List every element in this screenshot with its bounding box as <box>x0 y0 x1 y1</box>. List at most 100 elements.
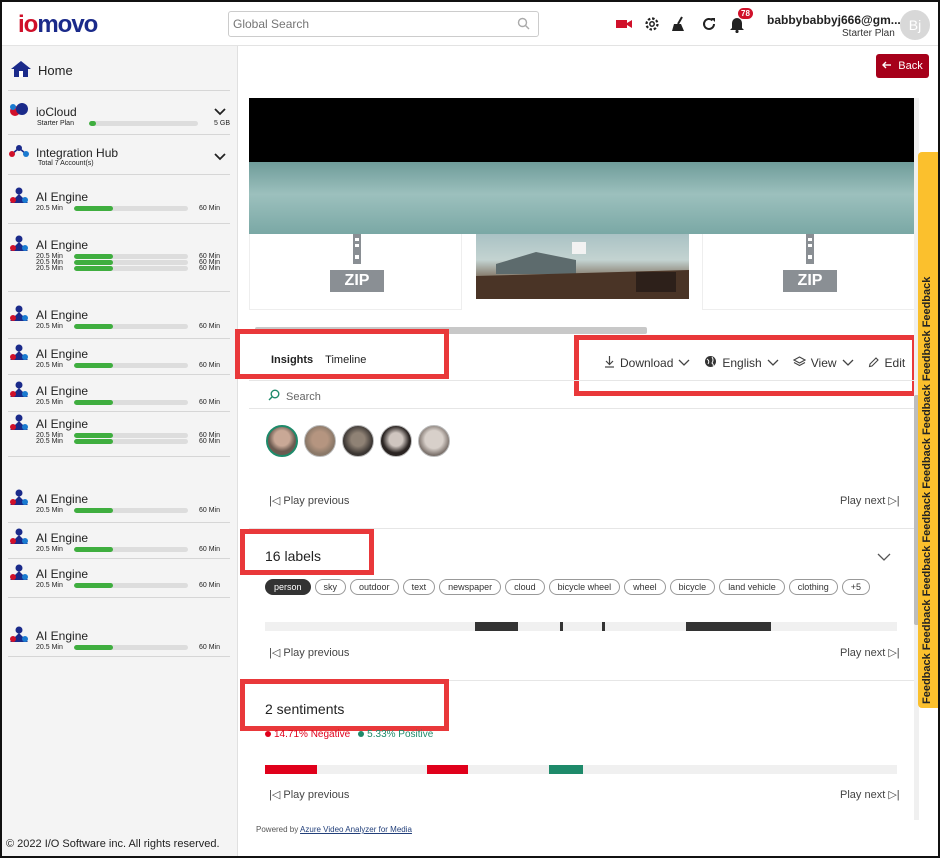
video-player[interactable] <box>249 98 915 234</box>
sidebar-item-ai-engine[interactable]: AI Engine 20.5 Min 60 Min 20.5 Min 60 Min <box>8 413 230 445</box>
play-previous-button[interactable]: |◁ Play previous <box>269 788 349 801</box>
divider <box>8 597 230 598</box>
sidebar-item-ai-engine[interactable]: AI Engine 20.5 Min 60 Min <box>8 186 230 212</box>
usage-used: 20.5 Min <box>36 362 63 369</box>
sidebar-item-ai-engine[interactable]: AI Engine 20.5 Min 60 Min 20.5 Min 60 Min 20.… <box>8 234 230 272</box>
play-next-button[interactable]: Play next ▷| <box>840 494 900 507</box>
face-thumbnail[interactable] <box>380 425 412 457</box>
label-chip[interactable]: outdoor <box>350 579 399 595</box>
sidebar-item-ai-engine[interactable]: AI Engine 20.5 Min 60 Min <box>8 343 230 369</box>
play-previous-button[interactable]: |◁ Play previous <box>269 646 349 659</box>
play-next-button[interactable]: Play next ▷| <box>840 646 900 659</box>
label-chip[interactable]: newspaper <box>439 579 502 595</box>
powered-by-prefix: Powered by <box>256 825 299 834</box>
feedback-tab[interactable]: Feedback Feedback Feedback Feedback Feed… <box>918 152 938 708</box>
search-icon[interactable] <box>517 17 530 33</box>
face-thumbnail[interactable] <box>342 425 374 457</box>
play-next-label: Play next <box>840 495 886 507</box>
skip-back-icon: |◁ <box>269 789 281 801</box>
play-previous-button[interactable]: |◁ Play previous <box>269 494 349 507</box>
chevron-down-icon[interactable] <box>877 551 891 565</box>
label-chip[interactable]: cloud <box>505 579 545 595</box>
insights-search[interactable]: Search <box>268 389 321 404</box>
iomovo-logo[interactable]: iomovo <box>18 11 98 39</box>
sidebar-item-iocloud[interactable]: ioCloud Starter Plan 5 GB <box>8 101 230 127</box>
timeline-segment[interactable] <box>602 622 605 631</box>
ai-engine-icon <box>8 234 30 255</box>
integration-subtitle: Total 7 Account(s) <box>38 160 94 167</box>
sidebar-item-ai-engine[interactable]: AI Engine 20.5 Min 60 Min <box>8 625 230 651</box>
ai-engine-icon <box>8 343 30 364</box>
file-card[interactable]: ZIP <box>249 234 462 310</box>
video-thumbnail[interactable] <box>476 234 689 299</box>
usage-bar <box>74 645 188 650</box>
timeline-segment[interactable] <box>686 622 771 631</box>
sidebar-item-integration-hub[interactable]: Integration Hub Total 7 Account(s) <box>8 142 230 167</box>
divider <box>8 656 230 657</box>
ai-engine-icon <box>8 380 30 401</box>
label-chip[interactable]: bicycle <box>669 579 716 595</box>
sidebar-item-ai-engine[interactable]: AI Engine 20.5 Min 60 Min <box>8 380 230 406</box>
back-button[interactable]: Back <box>876 54 929 78</box>
label-chip[interactable]: bicycle wheel <box>548 579 621 595</box>
label-chip[interactable]: clothing <box>788 579 838 595</box>
usage-limit: 60 Min <box>198 265 220 272</box>
usage-limit: 60 Min <box>198 582 220 589</box>
negative-segment[interactable] <box>265 765 317 774</box>
sidebar-item-ai-engine[interactable]: AI Engine 20.5 Min 60 Min <box>8 488 230 514</box>
play-previous-label: Play previous <box>283 647 350 659</box>
label-chip[interactable]: land vehicle <box>719 579 785 595</box>
sidebar-item-label: AI Engine <box>36 237 89 252</box>
label-chip[interactable]: +5 <box>841 579 871 595</box>
usage-meter: 20.5 Min 60 Min <box>36 582 230 589</box>
sidebar-item-ai-engine[interactable]: AI Engine 20.5 Min 60 Min <box>8 527 230 553</box>
global-search[interactable] <box>228 11 539 37</box>
usage-fill <box>74 266 113 271</box>
chevron-down-icon[interactable] <box>214 105 226 119</box>
face-thumbnail[interactable] <box>418 425 450 457</box>
divider <box>8 134 230 135</box>
play-next-label: Play next <box>840 789 886 801</box>
play-previous-label: Play previous <box>283 789 350 801</box>
global-search-input[interactable] <box>229 12 499 36</box>
usage-meter: 20.5 Min 60 Min <box>36 438 230 445</box>
sidebar-item-ai-engine[interactable]: AI Engine 20.5 Min 60 Min <box>8 563 230 589</box>
highlight-box <box>240 529 374 575</box>
negative-segment[interactable] <box>427 765 468 774</box>
file-card[interactable]: ZIP <box>702 234 915 310</box>
notification-badge: 78 <box>738 8 753 19</box>
labels-timeline[interactable] <box>265 622 897 631</box>
powered-by-link[interactable]: Azure Video Analyzer for Media <box>300 825 412 834</box>
avatar[interactable]: Bj <box>900 10 930 40</box>
divider <box>8 223 230 224</box>
label-chip[interactable]: wheel <box>624 579 666 595</box>
usage-used: 20.5 Min <box>36 438 63 445</box>
label-chip[interactable]: text <box>402 579 436 595</box>
label-chip[interactable]: sky <box>314 579 347 595</box>
sidebar-item-home[interactable]: Home <box>10 60 73 81</box>
chevron-down-icon[interactable] <box>214 150 226 164</box>
broom-icon[interactable] <box>669 14 689 34</box>
feedback-label: Feedback Feedback Feedback Feedback Feed… <box>921 276 933 704</box>
play-previous-label: Play previous <box>283 495 350 507</box>
play-next-label: Play next <box>840 647 886 659</box>
video-camera-icon[interactable] <box>614 14 634 34</box>
positive-segment[interactable] <box>549 765 583 774</box>
negative-label: 14.71% Negative <box>274 729 351 740</box>
face-thumbnail[interactable] <box>304 425 336 457</box>
timeline-segment[interactable] <box>475 622 518 631</box>
usage-bar <box>74 254 188 259</box>
usage-fill <box>74 439 113 444</box>
user-email[interactable]: babbybabbyj666@gm... <box>767 13 901 27</box>
refresh-icon[interactable] <box>699 14 719 34</box>
sentiments-timeline[interactable] <box>265 765 897 774</box>
play-next-button[interactable]: Play next ▷| <box>840 788 900 801</box>
usage-used: 20.5 Min <box>36 205 63 212</box>
sidebar-item-ai-engine[interactable]: AI Engine 20.5 Min 60 Min <box>8 304 230 330</box>
gear-icon[interactable] <box>642 14 662 34</box>
face-thumbnail[interactable] <box>266 425 298 457</box>
timeline-segment[interactable] <box>560 622 563 631</box>
label-chips: person sky outdoor text newspaper cloud bicycl… <box>265 579 871 595</box>
divider <box>249 380 915 381</box>
label-chip[interactable]: person <box>265 579 311 595</box>
